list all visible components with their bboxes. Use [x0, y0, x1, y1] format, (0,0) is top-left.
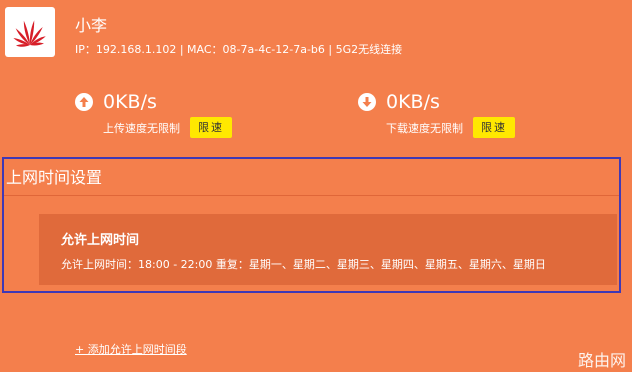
upload-limit-button[interactable]: 限速 — [190, 117, 232, 138]
add-time-period-link[interactable]: + 添加允许上网时间段 — [75, 341, 187, 357]
device-name: 小李 — [75, 16, 108, 35]
section-title: 上网时间设置 — [6, 168, 103, 187]
download-speed-value: 0KB/s — [386, 91, 440, 113]
section-divider — [4, 195, 619, 196]
time-rule-title: 允许上网时间 — [61, 233, 140, 248]
upload-speed-label: 上传速度无限制 — [103, 121, 180, 135]
huawei-logo-icon — [13, 20, 46, 47]
upload-speed-panel: 0KB/s 上传速度无限制 限速 — [75, 90, 232, 138]
internet-time-settings-section: 上网时间设置 允许上网时间 允许上网时间：18:00 - 22:00 重复：星期… — [2, 157, 621, 293]
device-info: IP：192.168.1.102 | MAC：08-7a-4c-12-7a-b6… — [75, 43, 403, 56]
arrow-up-circle-icon — [75, 93, 93, 111]
time-rule-detail: 允许上网时间：18:00 - 22:00 重复：星期一、星期二、星期三、星期四、… — [61, 258, 546, 271]
watermark: 路由网 — [577, 351, 626, 370]
upload-speed-value: 0KB/s — [103, 91, 157, 113]
time-rule-card[interactable]: 允许上网时间 允许上网时间：18:00 - 22:00 重复：星期一、星期二、星… — [39, 214, 617, 285]
download-speed-label: 下载速度无限制 — [386, 121, 463, 135]
arrow-down-circle-icon — [358, 93, 376, 111]
download-speed-panel: 0KB/s 下载速度无限制 限速 — [358, 90, 515, 138]
download-limit-button[interactable]: 限速 — [473, 117, 515, 138]
brand-logo — [5, 7, 55, 57]
